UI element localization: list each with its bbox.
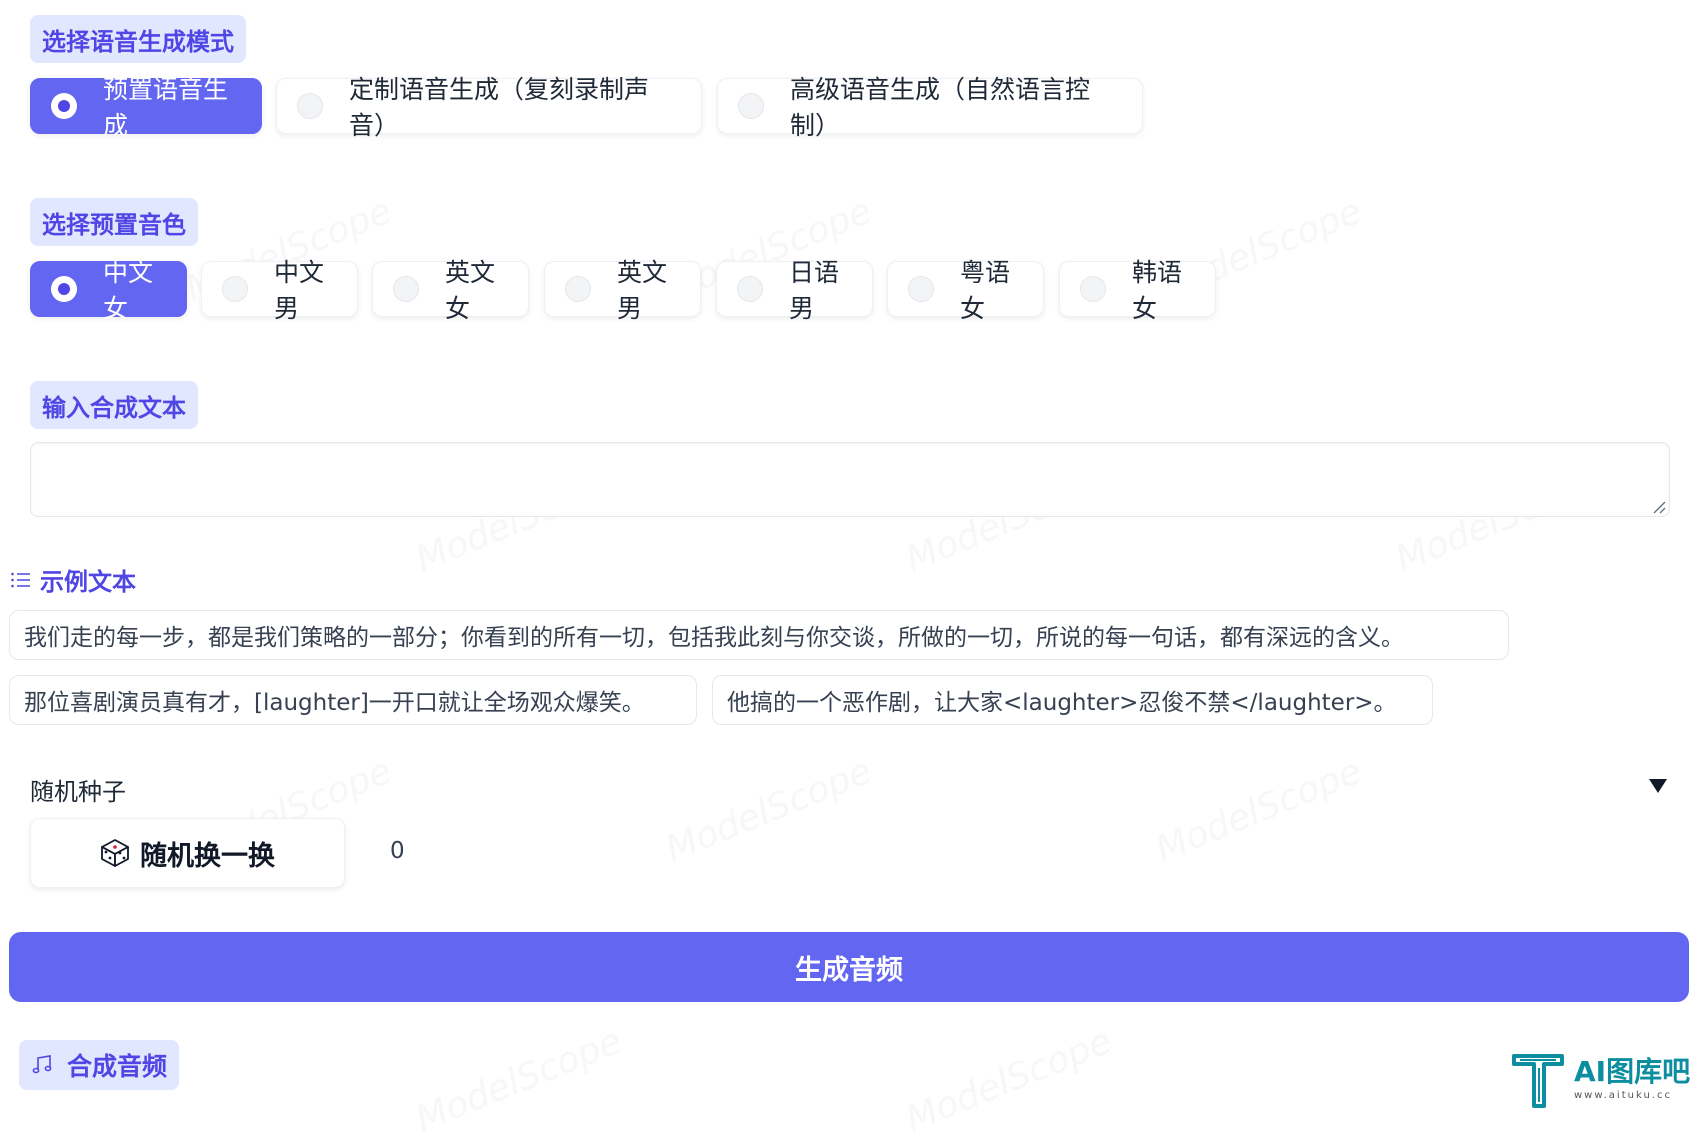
voice-section-label: 选择预置音色: [30, 198, 198, 246]
voice-option-label: 中文女: [103, 258, 154, 323]
brand-logo-icon: [1512, 1054, 1564, 1108]
voice-option-label: 粤语女: [960, 258, 1011, 323]
voice-option-en-female[interactable]: 英文女: [372, 258, 529, 323]
text-section-label: 输入合成文本: [30, 381, 198, 429]
voice-option-zh-female[interactable]: 中文女: [30, 258, 187, 323]
mode-option-advanced[interactable]: 高级语音生成（自然语言控制）: [717, 75, 1143, 140]
radio-icon: [222, 276, 248, 302]
radio-icon: [1080, 276, 1106, 302]
example-item[interactable]: 我们走的每一步，都是我们策略的一部分；你看到的所有一切，包括我此刻与你交谈，所做…: [9, 610, 1509, 660]
random-seed-button-label: 随机换一换: [140, 840, 275, 872]
radio-selected-icon: [51, 93, 77, 119]
seed-label: 随机种子: [30, 778, 126, 806]
voice-option-label: 中文男: [274, 258, 325, 323]
brand-subtitle: www.aituku.cc: [1574, 1089, 1672, 1101]
voice-option-ja-male[interactable]: 日语男: [716, 258, 873, 323]
random-seed-button[interactable]: 随机换一换: [30, 818, 345, 888]
radio-icon: [737, 276, 763, 302]
voice-option-ko-female[interactable]: 韩语女: [1059, 258, 1216, 323]
examples-label: 示例文本: [40, 568, 136, 596]
list-icon: [11, 572, 30, 587]
output-section-label: 合成音频: [19, 1040, 180, 1090]
brand-logo: AI图库吧 www.aituku.cc: [1510, 1050, 1690, 1108]
voice-option-label: 日语男: [789, 258, 840, 323]
mode-option-label: 定制语音生成（复刻录制声音）: [349, 75, 650, 140]
example-item[interactable]: 他搞的一个恶作剧，让大家<laughter>忍俊不禁</laughter>。: [712, 675, 1433, 725]
generate-audio-button[interactable]: 生成音频: [9, 932, 1689, 1002]
music-note-icon: [32, 1055, 52, 1074]
mode-section-label: 选择语音生成模式: [30, 15, 246, 63]
radio-icon: [565, 276, 591, 302]
mode-option-label: 高级语音生成（自然语言控制）: [790, 75, 1091, 140]
voice-option-zh-male[interactable]: 中文男: [201, 258, 358, 323]
synthesis-text-input[interactable]: [30, 442, 1670, 517]
voice-option-label: 英文男: [617, 258, 668, 323]
watermark: ModelScope: [660, 750, 878, 871]
radio-icon: [297, 93, 323, 119]
output-section-label-text: 合成音频: [67, 1052, 168, 1081]
voice-option-en-male[interactable]: 英文男: [544, 258, 701, 323]
radio-icon: [738, 93, 764, 119]
examples-header: 示例文本: [10, 562, 136, 597]
mode-option-label: 预置语音生成: [103, 75, 229, 140]
triangle-down-icon[interactable]: [1645, 773, 1671, 799]
mode-option-custom[interactable]: 定制语音生成（复刻录制声音）: [276, 75, 702, 140]
watermark: ModelScope: [1150, 750, 1368, 871]
mode-option-preset[interactable]: 预置语音生成: [30, 75, 262, 140]
voice-option-yue-female[interactable]: 粤语女: [887, 258, 1044, 323]
voice-option-label: 英文女: [445, 258, 496, 323]
seed-value: 0: [390, 838, 405, 864]
dice-icon: [101, 839, 129, 867]
radio-icon: [393, 276, 419, 302]
example-item[interactable]: 那位喜剧演员真有才，[laughter]一开口就让全场观众爆笑。: [9, 675, 697, 725]
voice-option-label: 韩语女: [1132, 258, 1183, 323]
radio-selected-icon: [51, 276, 77, 302]
resize-handle-icon[interactable]: [1652, 500, 1666, 514]
radio-icon: [908, 276, 934, 302]
watermark: ModelScope: [900, 1020, 1118, 1140]
watermark: ModelScope: [410, 1020, 628, 1140]
brand-title: AI图库吧: [1574, 1054, 1691, 1088]
